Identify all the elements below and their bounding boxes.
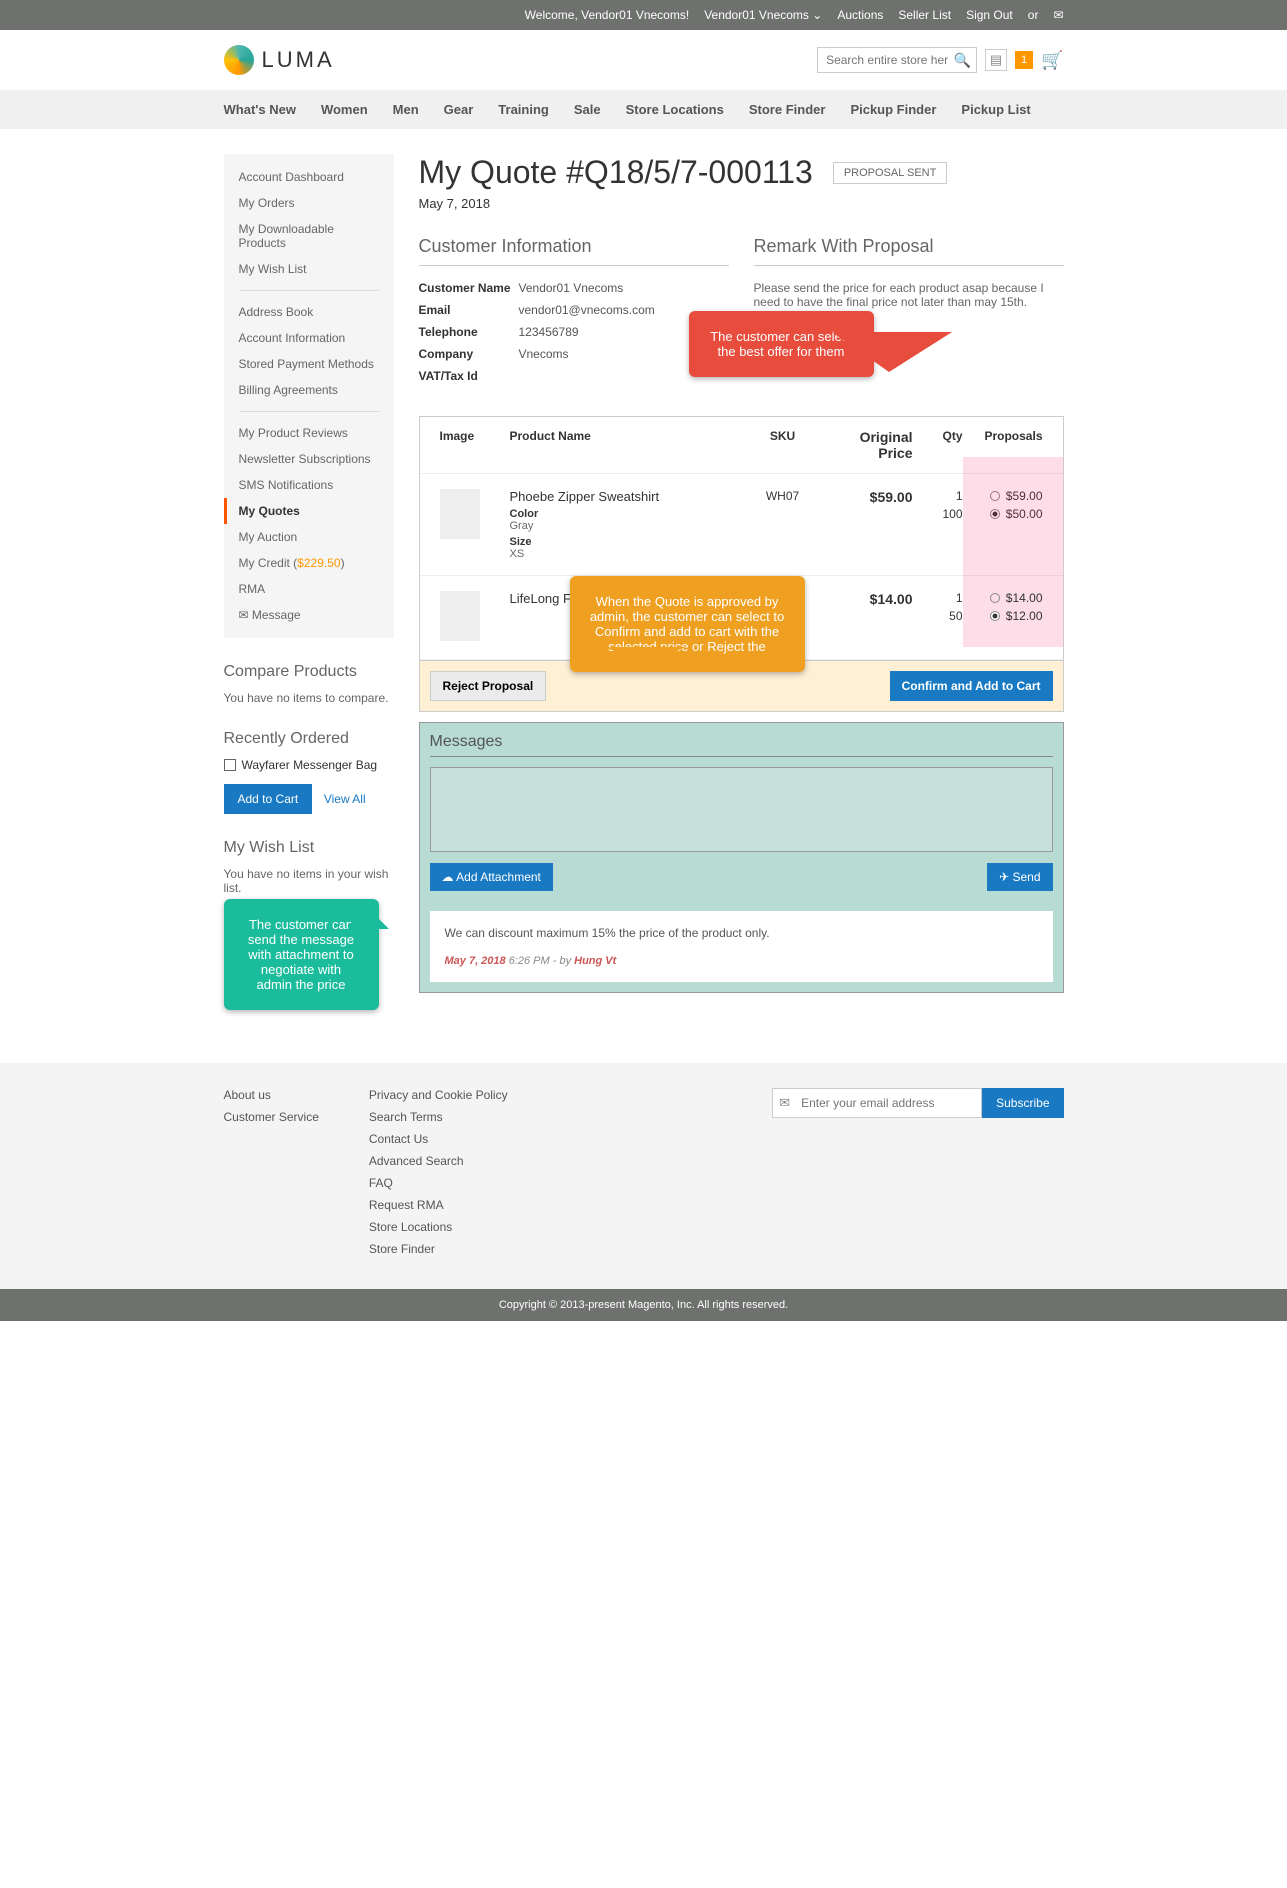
sidebar-sms[interactable]: SMS Notifications (224, 472, 394, 498)
footer-searchterms[interactable]: Search Terms (369, 1110, 508, 1124)
sidebar-downloadable[interactable]: My Downloadable Products (224, 216, 394, 256)
callout-message: The customer can send the message with a… (224, 899, 379, 1010)
recent-item[interactable]: Wayfarer Messenger Bag (224, 758, 394, 772)
message-textarea[interactable] (430, 767, 1053, 852)
notification-badge[interactable]: 1 (1015, 51, 1033, 69)
footer-privacy[interactable]: Privacy and Cookie Policy (369, 1088, 508, 1102)
callout-confirm: When the Quote is approved by admin, the… (570, 576, 805, 672)
send-button[interactable]: ✈ Send (987, 863, 1052, 891)
nav-men[interactable]: Men (393, 102, 419, 117)
footer: About us Customer Service Privacy and Co… (0, 1063, 1287, 1289)
message-history: We can discount maximum 15% the price of… (430, 911, 1053, 982)
topbar-or: or (1028, 8, 1039, 22)
product-image (440, 591, 480, 641)
footer-advsearch[interactable]: Advanced Search (369, 1154, 508, 1168)
sidebar-auction[interactable]: My Auction (224, 524, 394, 550)
main-nav: What's New Women Men Gear Training Sale … (0, 90, 1287, 129)
checkbox-icon[interactable] (224, 759, 236, 771)
copyright: Copyright © 2013-present Magento, Inc. A… (0, 1289, 1287, 1321)
sidebar-credit[interactable]: My Credit ($229.50) (224, 550, 394, 576)
proposal-radio[interactable] (990, 593, 1000, 603)
add-to-cart-button[interactable]: Add to Cart (224, 784, 313, 814)
view-all-link[interactable]: View All (324, 792, 366, 806)
nav-training[interactable]: Training (498, 102, 549, 117)
sidebar-orders[interactable]: My Orders (224, 190, 394, 216)
remark-title: Remark With Proposal (754, 236, 1064, 266)
nav-women[interactable]: Women (321, 102, 368, 117)
newsletter-input[interactable] (772, 1088, 982, 1118)
search-icon[interactable]: 🔍 (954, 52, 971, 69)
nav-sale[interactable]: Sale (574, 102, 601, 117)
customer-info-title: Customer Information (419, 236, 729, 266)
header: LUMA 🔍 ▤ 1 🛒 (0, 30, 1287, 90)
confirm-button[interactable]: Confirm and Add to Cart (890, 671, 1053, 701)
footer-faq[interactable]: FAQ (369, 1176, 508, 1190)
sidebar-accountinfo[interactable]: Account Information (224, 325, 394, 351)
table-row: Phoebe Zipper Sweatshirt ColorGray SizeX… (420, 474, 1063, 576)
product-name[interactable]: Phoebe Zipper Sweatshirt (510, 489, 743, 504)
remark-text: Please send the price for each product a… (754, 281, 1064, 309)
reject-button[interactable]: Reject Proposal (430, 671, 547, 701)
logo-icon (224, 45, 254, 75)
proposal-radio[interactable] (990, 491, 1000, 501)
chevron-down-icon: ⌄ (812, 8, 822, 22)
sidebar-addressbook[interactable]: Address Book (224, 299, 394, 325)
account-sidebar: Account Dashboard My Orders My Downloada… (224, 154, 394, 920)
quote-date: May 7, 2018 (419, 196, 1064, 211)
sidebar-newsletter[interactable]: Newsletter Subscriptions (224, 446, 394, 472)
sidebar-payment[interactable]: Stored Payment Methods (224, 351, 394, 377)
logo-text: LUMA (262, 47, 335, 73)
nav-pickuplist[interactable]: Pickup List (961, 102, 1030, 117)
topbar-signout[interactable]: Sign Out (966, 8, 1013, 22)
mail-icon[interactable]: ✉ (1053, 8, 1063, 22)
footer-rma[interactable]: Request RMA (369, 1198, 508, 1212)
topbar: Welcome, Vendor01 Vnecoms! Vendor01 Vnec… (0, 0, 1287, 30)
quote-table: Image Product Name SKU Original Price Qt… (419, 416, 1064, 660)
messages-title: Messages (430, 733, 1053, 757)
welcome-text: Welcome, Vendor01 Vnecoms! (525, 8, 690, 22)
nav-whatsnew[interactable]: What's New (224, 102, 296, 117)
nav-pickupfinder[interactable]: Pickup Finder (850, 102, 936, 117)
sidebar-myquotes[interactable]: My Quotes (224, 498, 394, 524)
sidebar-rma[interactable]: RMA (224, 576, 394, 602)
recent-title: Recently Ordered (224, 730, 394, 748)
wishlist-title: My Wish List (224, 839, 394, 857)
compare-icon[interactable]: ▤ (985, 49, 1007, 71)
footer-storelocations[interactable]: Store Locations (369, 1220, 508, 1234)
footer-about[interactable]: About us (224, 1088, 319, 1102)
status-badge: PROPOSAL SENT (833, 162, 948, 184)
user-dropdown[interactable]: Vendor01 Vnecoms ⌄ (704, 8, 822, 22)
nav-storefinder[interactable]: Store Finder (749, 102, 826, 117)
mail-icon: ✉ (779, 1095, 790, 1111)
logo[interactable]: LUMA (224, 45, 335, 75)
proposal-radio[interactable] (990, 611, 1000, 621)
topbar-auctions[interactable]: Auctions (837, 8, 883, 22)
footer-contact[interactable]: Contact Us (369, 1132, 508, 1146)
page-title: My Quote #Q18/5/7-000113 (419, 154, 813, 191)
nav-storelocations[interactable]: Store Locations (626, 102, 724, 117)
compare-empty: You have no items to compare. (224, 691, 394, 705)
messages-panel: Messages ☁ Add Attachment ✈ Send We can … (419, 722, 1064, 993)
topbar-sellerlist[interactable]: Seller List (898, 8, 951, 22)
product-image (440, 489, 480, 539)
callout-offer: The customer can select the best offer f… (689, 311, 874, 377)
cart-icon[interactable]: 🛒 (1041, 50, 1063, 71)
table-row: LifeLong F $14.00 1 50 $14.00 $12.00 Whe… (420, 576, 1063, 660)
subscribe-button[interactable]: Subscribe (982, 1088, 1063, 1118)
sidebar-dashboard[interactable]: Account Dashboard (224, 164, 394, 190)
sidebar-wishlist[interactable]: My Wish List (224, 256, 394, 282)
compare-title: Compare Products (224, 663, 394, 681)
sidebar-reviews[interactable]: My Product Reviews (224, 420, 394, 446)
nav-gear[interactable]: Gear (444, 102, 474, 117)
sidebar-billing[interactable]: Billing Agreements (224, 377, 394, 403)
footer-customerservice[interactable]: Customer Service (224, 1110, 319, 1124)
main-content: My Quote #Q18/5/7-000113 PROPOSAL SENT M… (419, 154, 1064, 993)
footer-storefinder[interactable]: Store Finder (369, 1242, 508, 1256)
proposal-radio[interactable] (990, 509, 1000, 519)
sidebar-message[interactable]: ✉ Message (224, 602, 394, 628)
attach-button[interactable]: ☁ Add Attachment (430, 863, 553, 891)
